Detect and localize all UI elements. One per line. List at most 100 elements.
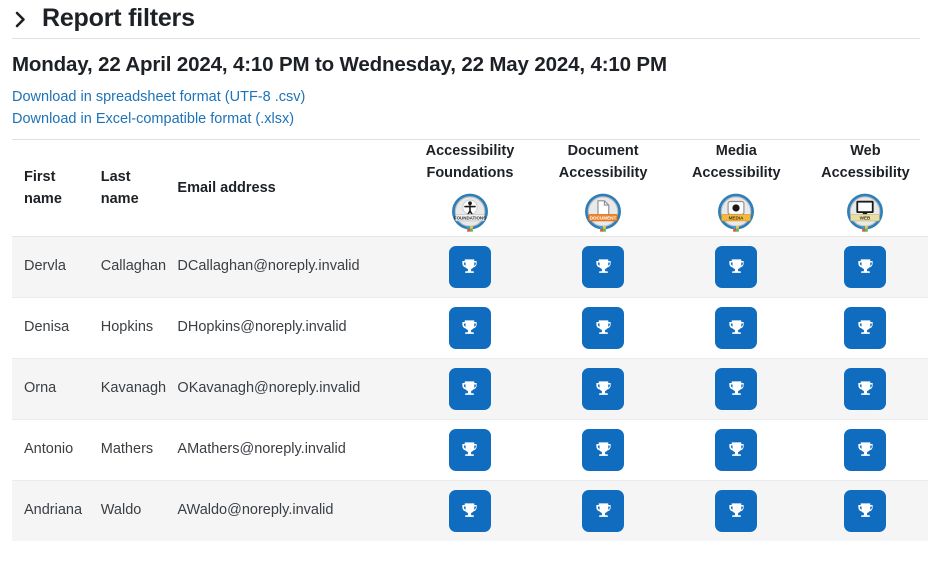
trophy-icon (594, 501, 613, 520)
cell-first-name: Andriana (24, 502, 83, 519)
svg-text:FOUNDATIONS: FOUNDATIONS (454, 215, 486, 220)
badges-report-table: First name Last name Email address Acces… (12, 140, 928, 542)
cell-badge-award (537, 358, 670, 419)
cell-badge-award (537, 236, 670, 297)
cell-badge-award (803, 358, 928, 419)
trophy-icon (727, 318, 746, 337)
badge-col-3-line1: Web (850, 142, 881, 159)
cell-badge-award (537, 419, 670, 480)
cell-badge-award (803, 297, 928, 358)
trophy-icon (856, 379, 875, 398)
badge-award-button[interactable] (448, 245, 491, 288)
cell-badge-award (403, 297, 536, 358)
download-csv-link[interactable]: Download in spreadsheet format (UTF-8 .c… (12, 86, 305, 108)
cell-badge-award (670, 358, 803, 419)
badge-award-button[interactable] (582, 245, 625, 288)
badge-col-0-line2: Foundations (426, 164, 514, 181)
table-head: First name Last name Email address Acces… (12, 140, 928, 237)
first-name-label-line1: First (24, 168, 56, 185)
page-title: Report filters (42, 4, 195, 33)
web-accessibility-badge-icon: WEB (847, 193, 884, 232)
email-label: Email address (177, 179, 276, 196)
badge-col-2-line1: Media (715, 142, 757, 159)
trophy-icon (594, 379, 613, 398)
badge-award-button[interactable] (715, 428, 758, 471)
document-accessibility-badge-icon: DOCUMENT (585, 193, 622, 232)
cell-badge-award (403, 236, 536, 297)
trophy-icon (594, 257, 613, 276)
report-filters-toggle[interactable]: Report filters (0, 0, 928, 38)
trophy-icon (856, 318, 875, 337)
cell-email: DHopkins@noreply.invalid (177, 319, 347, 336)
badge-award-button[interactable] (844, 245, 887, 288)
column-header-email: Email address (177, 140, 403, 237)
svg-text:WEB: WEB (860, 215, 871, 220)
cell-badge-award (403, 480, 536, 541)
badge-award-button[interactable] (448, 428, 491, 471)
table-row: Andriana Waldo AWaldo@noreply.invalid (12, 480, 928, 542)
trophy-icon (856, 501, 875, 520)
table-header-row: First name Last name Email address Acces… (12, 140, 928, 237)
trophy-icon (856, 440, 875, 459)
badge-award-button[interactable] (448, 489, 491, 532)
badge-award-button[interactable] (582, 367, 625, 410)
cell-badge-award (537, 480, 670, 541)
badge-award-button[interactable] (582, 489, 625, 532)
first-name-label-line2: name (24, 190, 62, 207)
badge-award-button[interactable] (448, 306, 491, 349)
cell-first-name: Dervla (24, 258, 66, 275)
cell-badge-award (403, 358, 536, 419)
badge-award-button[interactable] (844, 489, 887, 532)
badge-col-2-line2: Accessibility (691, 164, 781, 181)
cell-badge-award (670, 419, 803, 480)
cell-badge-award (803, 236, 928, 297)
table-body: Dervla Callaghan DCallaghan@noreply.invali… (12, 236, 928, 542)
download-xlsx-link[interactable]: Download in Excel-compatible format (.xl… (12, 108, 294, 130)
cell-last-name: Callaghan (100, 258, 167, 275)
badge-award-button[interactable] (582, 306, 625, 349)
svg-text:DOCUMENT: DOCUMENT (590, 215, 617, 220)
table-row: Antonio Mathers AMathers@noreply.invalid (12, 419, 928, 481)
trophy-icon (856, 257, 875, 276)
column-header-document-accessibility: Document Accessibility DOCUMENT (537, 140, 670, 237)
cell-badge-award (670, 297, 803, 358)
badge-award-button[interactable] (844, 367, 887, 410)
badge-col-0-line1: Accessibility (425, 142, 515, 159)
trophy-icon (460, 379, 479, 398)
badge-award-button[interactable] (582, 428, 625, 471)
badge-award-button[interactable] (715, 306, 758, 349)
last-name-label-line2: name (100, 190, 139, 207)
badge-award-button[interactable] (715, 489, 758, 532)
media-accessibility-badge-icon: MEDIA (718, 193, 755, 232)
cell-email: AMathers@noreply.invalid (177, 441, 346, 458)
cell-badge-award (537, 297, 670, 358)
trophy-icon (460, 318, 479, 337)
cell-first-name: Denisa (24, 319, 70, 336)
badge-col-1-line1: Document (567, 142, 639, 159)
cell-email: OKavanagh@noreply.invalid (177, 380, 361, 397)
badge-award-button[interactable] (448, 367, 491, 410)
cell-first-name: Antonio (24, 441, 74, 458)
cell-badge-award (403, 419, 536, 480)
trophy-icon (460, 440, 479, 459)
cell-badge-award (670, 236, 803, 297)
last-name-label-line1: Last (100, 168, 131, 185)
column-header-accessibility-foundations: Accessibility Foundations FOUNDATIONS (403, 140, 536, 237)
badge-award-button[interactable] (715, 245, 758, 288)
badge-award-button[interactable] (844, 306, 887, 349)
cell-first-name: Orna (24, 380, 57, 397)
chevron-right-icon[interactable] (12, 9, 28, 29)
badge-award-button[interactable] (844, 428, 887, 471)
cell-last-name: Hopkins (100, 319, 154, 336)
download-links: Download in spreadsheet format (UTF-8 .c… (0, 78, 928, 130)
accessibility-foundations-badge-icon: FOUNDATIONS (452, 193, 488, 232)
date-range-heading: Monday, 22 April 2024, 4:10 PM to Wednes… (12, 53, 667, 76)
svg-text:MEDIA: MEDIA (729, 215, 744, 220)
cell-badge-award (803, 480, 928, 541)
trophy-icon (460, 501, 479, 520)
trophy-icon (727, 257, 746, 276)
column-header-web-accessibility: Web Accessibility WEB (803, 140, 928, 237)
badge-award-button[interactable] (715, 367, 758, 410)
cell-last-name: Waldo (100, 502, 142, 519)
trophy-icon (727, 440, 746, 459)
